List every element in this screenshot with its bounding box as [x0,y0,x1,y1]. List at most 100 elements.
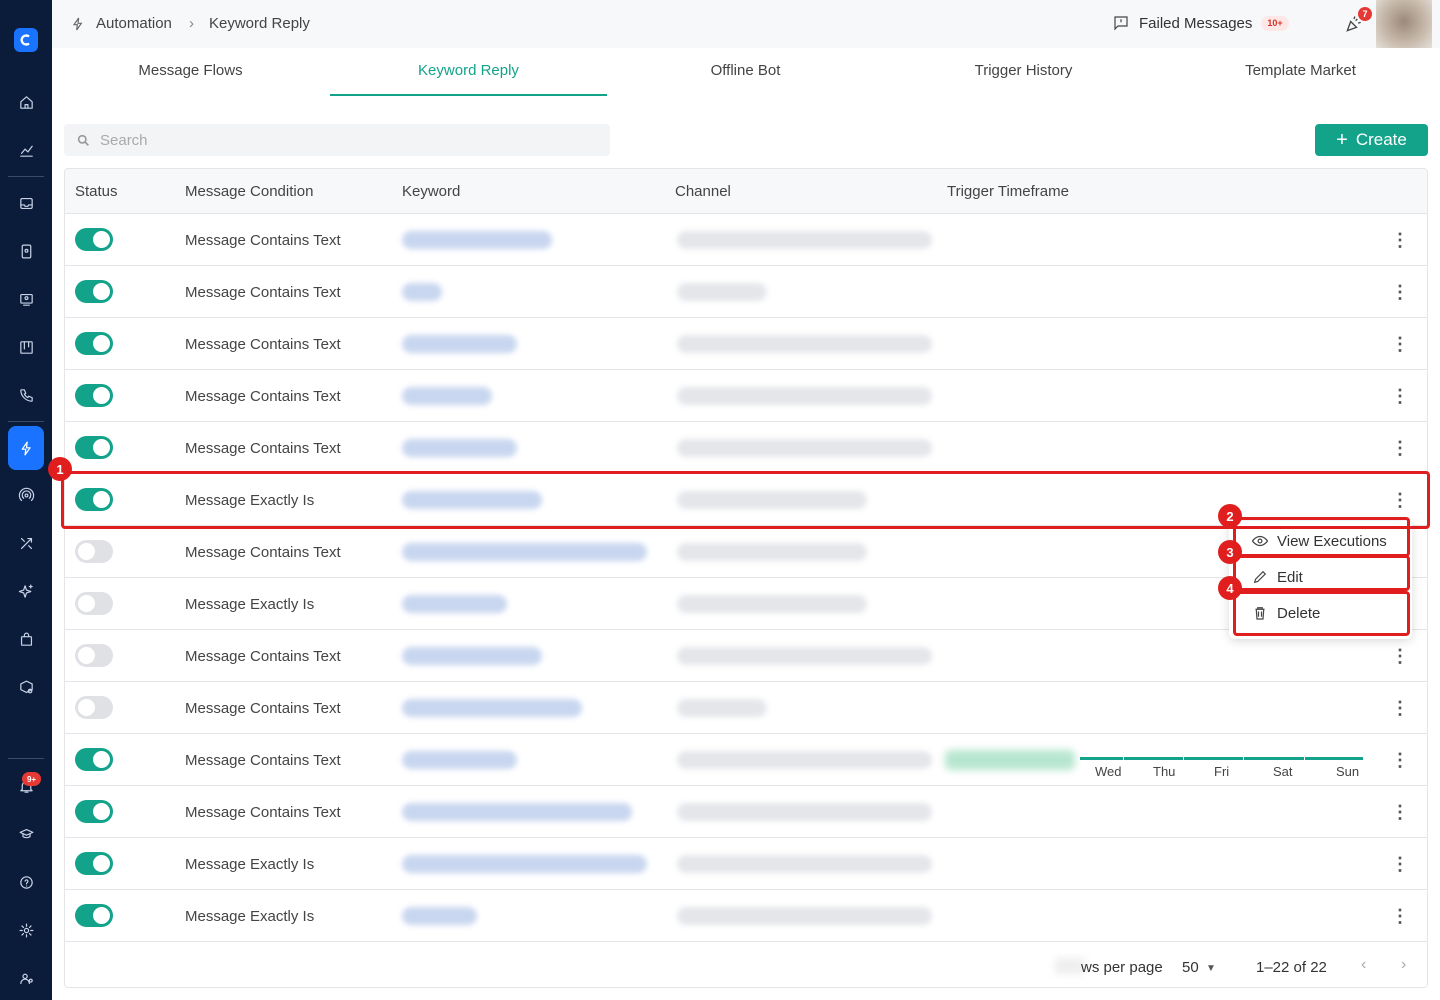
commerce-icon[interactable] [8,621,44,657]
status-toggle[interactable] [75,800,113,823]
inbox-icon[interactable] [8,185,44,221]
timeframe-divider [1243,757,1244,761]
create-button[interactable]: + Create [1315,124,1428,156]
team-icon[interactable] [8,960,44,996]
breadcrumb-automation[interactable]: Automation [96,15,172,32]
search-icon [77,134,89,146]
row-actions-icon[interactable]: ⋮ [1391,334,1409,354]
status-toggle[interactable] [75,748,113,771]
message-condition: Message Contains Text [185,336,341,353]
row-actions-icon[interactable]: ⋮ [1391,646,1409,666]
tickets-icon[interactable] [8,281,44,317]
column-message-condition: Message Condition [185,183,314,200]
tab-template-market[interactable]: Template Market [1162,48,1439,96]
ai-sparkle-icon[interactable] [8,573,44,609]
status-toggle[interactable] [75,696,113,719]
channel-redacted [677,595,867,613]
status-toggle[interactable] [75,852,113,875]
annotation-marker-4: 4 [1218,576,1242,600]
status-toggle[interactable] [75,904,113,927]
academy-icon[interactable] [8,816,44,852]
channel-redacted [677,647,932,665]
row-actions-icon[interactable]: ⋮ [1391,854,1409,874]
row-actions-icon[interactable]: ⋮ [1391,698,1409,718]
column-trigger-timeframe: Trigger Timeframe [947,183,1069,200]
next-page-icon[interactable]: › [1401,956,1406,974]
tools-icon[interactable] [8,525,44,561]
create-button-label: Create [1355,130,1407,149]
board-icon[interactable] [8,329,44,365]
table-header: Status Message Condition Keyword Channel… [65,169,1427,214]
annotation-highlight-view-executions [1233,517,1410,557]
table-row: Message Contains Text ⋮ [65,318,1427,370]
row-actions-icon[interactable]: ⋮ [1391,906,1409,926]
analytics-icon[interactable] [8,132,44,168]
home-icon[interactable] [8,84,44,120]
timeframe-divider [1123,757,1124,761]
channel-redacted [677,231,932,249]
row-actions-icon[interactable]: ⋮ [1391,230,1409,250]
row-actions-icon[interactable]: ⋮ [1391,282,1409,302]
table-row: Message Contains Text ⋮ [65,266,1427,318]
channel-redacted [677,283,767,301]
broadcast-icon[interactable] [8,477,44,513]
user-avatar[interactable] [1376,0,1432,48]
previous-page-icon[interactable]: ‹ [1361,956,1366,974]
tab-message-flows[interactable]: Message Flows [52,48,329,96]
tab-keyword-reply[interactable]: Keyword Reply [330,48,607,96]
keyword-redacted [402,231,552,249]
announcements-badge: 7 [1358,7,1372,21]
help-icon[interactable] [8,864,44,900]
channel-redacted [677,387,932,405]
failed-messages-button[interactable]: Failed Messages 10+ [1112,14,1289,32]
status-toggle[interactable] [75,592,113,615]
contacts-icon[interactable] [8,233,44,269]
top-bar: Automation › Keyword Reply Failed Messag… [52,0,1440,48]
channel-redacted [677,335,932,353]
table-row: Message Contains Text ⋮ [65,422,1427,474]
rows-per-page-select[interactable]: 50 [1182,959,1199,976]
sidebar: 9+ [0,0,52,1000]
automation-icon[interactable] [8,426,44,470]
row-actions-icon[interactable]: ⋮ [1391,386,1409,406]
message-condition: Message Contains Text [185,388,341,405]
search-input[interactable] [100,131,580,149]
tab-offline-bot[interactable]: Offline Bot [607,48,884,96]
table-row: Message Contains Text ⋮ [65,370,1427,422]
table-row: Message Contains Text Wed Thu Fri Sat Sun ⋮ [65,734,1427,786]
status-toggle[interactable] [75,540,113,563]
keyword-redacted [402,751,517,769]
plus-icon: + [1336,129,1348,151]
status-toggle[interactable] [75,280,113,303]
status-toggle[interactable] [75,436,113,459]
row-actions-icon[interactable]: ⋮ [1391,750,1409,770]
integrations-icon[interactable] [8,669,44,705]
annotation-marker-1: 1 [48,457,72,481]
message-condition: Message Exactly Is [185,908,315,925]
annotation-marker-3: 3 [1218,540,1242,564]
status-toggle[interactable] [75,332,113,355]
message-condition: Message Contains Text [185,544,341,561]
row-actions-icon[interactable]: ⋮ [1391,802,1409,822]
phone-icon[interactable] [8,377,44,413]
message-alert-icon [1114,16,1128,31]
annotation-marker-2: 2 [1218,504,1242,528]
chevron-down-icon[interactable]: ▼ [1206,963,1216,974]
message-condition: Message Exactly Is [185,596,315,613]
status-toggle[interactable] [75,384,113,407]
timeframe-divider [1183,757,1184,761]
sidebar-divider [8,758,44,759]
automation-breadcrumb-icon [72,17,83,31]
settings-icon[interactable] [8,912,44,948]
status-toggle[interactable] [75,228,113,251]
tab-trigger-history[interactable]: Trigger History [885,48,1162,96]
keyword-redacted [402,387,492,405]
keyword-redacted [402,647,542,665]
app-logo-icon[interactable] [14,28,38,52]
message-condition: Message Contains Text [185,804,341,821]
status-toggle[interactable] [75,644,113,667]
row-actions-icon[interactable]: ⋮ [1391,438,1409,458]
sidebar-divider [8,176,44,177]
keyword-redacted [402,803,632,821]
annotation-highlight-delete [1233,591,1410,636]
